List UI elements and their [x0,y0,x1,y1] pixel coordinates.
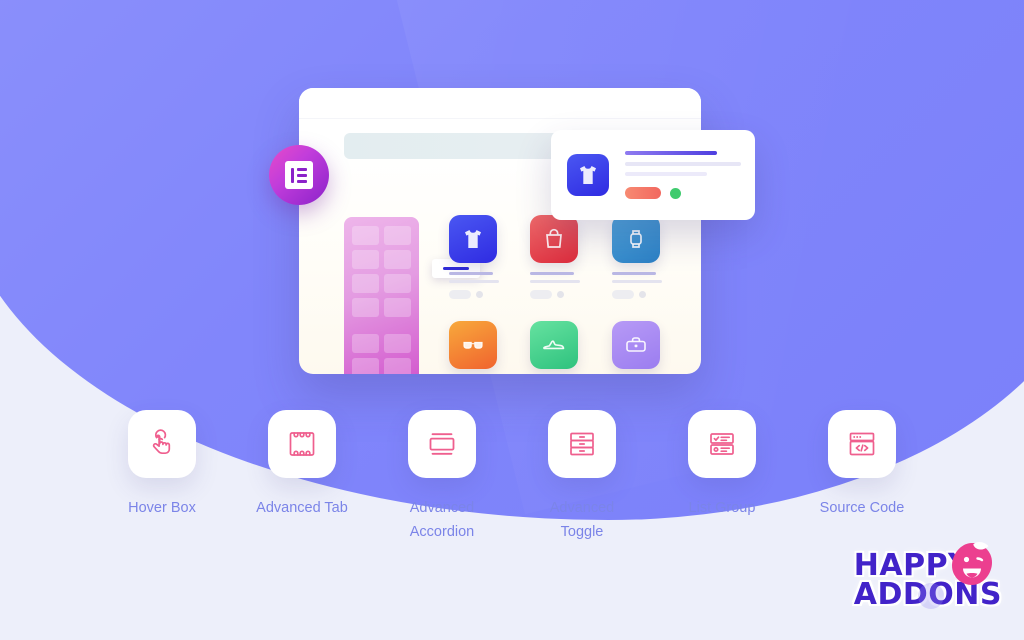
sidebar-grid [352,226,411,374]
product-actions [611,290,666,299]
widget-label: Source Code [819,500,905,516]
screenshot-stage: Hover Box Advanced Tab Advanced Accordio… [0,0,1024,640]
elementor-rows [297,167,307,183]
product-detail-card[interactable] [551,130,755,220]
list-group-icon [710,433,734,455]
product-wishlist-icon[interactable] [638,291,646,298]
product-card-sunglasses[interactable] [449,321,503,374]
briefcase-icon [625,337,646,352]
product-actions [530,290,584,299]
browser-titlebar [299,88,701,119]
widget-label: Advanced Tab [256,500,348,516]
widget-advanced-tab[interactable]: Advanced Tab [256,410,348,544]
sidebar-cell[interactable] [352,250,379,269]
sidebar-cell[interactable] [384,298,411,317]
product-actions [449,290,503,299]
detail-desc-line [625,172,707,176]
product-thumb [449,215,497,263]
product-meta-line [611,280,662,283]
elementor-row [297,167,307,171]
detail-cta-button[interactable] [625,187,661,199]
sidebar-cell[interactable] [352,358,379,374]
product-title-line [530,272,575,275]
product-card-briefcase[interactable] [611,321,666,374]
widget-label: Hover Box [128,500,196,516]
logo-o-highlight [917,583,944,609]
sidebar-cell[interactable] [384,274,411,293]
widget-list-group[interactable]: List Group [688,410,756,544]
widget-label: Advanced Accordion [409,500,475,540]
sidebar-cell[interactable] [384,358,411,374]
widget-icon-tile[interactable] [268,410,336,478]
accordion-icon [429,433,455,455]
widget-advanced-accordion[interactable]: Advanced Accordion [408,410,476,544]
sidebar-cell[interactable] [352,274,379,293]
elementor-logo-badge [269,145,329,205]
elementor-bar [291,167,294,183]
logo-wrap: HAPPY ADDONS [854,542,1002,610]
product-title-line [611,272,656,275]
sidebar-cell[interactable] [384,334,411,353]
detail-thumb [567,154,609,196]
handbag-icon [546,228,563,248]
happy-face-icon [952,542,992,586]
widget-icon-tile[interactable] [828,410,896,478]
widget-list: Hover Box Advanced Tab Advanced Accordio… [0,410,1024,544]
product-buy-button[interactable] [449,290,471,299]
tshirt-icon [580,166,596,184]
product-thumb [611,215,660,263]
detail-actions [625,187,741,199]
product-buy-button[interactable] [530,290,553,299]
widget-icon-tile[interactable] [128,410,196,478]
sidebar-cell[interactable] [352,298,379,317]
product-card-shoe[interactable] [530,321,584,374]
product-wishlist-icon[interactable] [476,291,483,298]
detail-title-line [625,151,717,155]
sidebar-cell[interactable] [384,226,411,245]
product-card-bag-red[interactable] [530,215,584,299]
product-card-watch-blue[interactable] [611,215,666,299]
sidebar-cell[interactable] [352,334,379,353]
elementor-row [297,173,307,177]
watch-icon [629,230,642,248]
stock-status-badge [670,187,681,199]
toggle-rows-icon [570,432,594,456]
sidebar-cell[interactable] [384,250,411,269]
sidebar-panel [344,217,480,374]
widget-label: List Group [688,500,756,516]
code-window-icon [849,432,875,456]
widget-source-code[interactable]: Source Code [820,410,904,544]
detail-text-block [625,151,741,199]
product-thumb [530,321,579,369]
widget-advanced-toggle[interactable]: Advanced Toggle [548,410,616,544]
widget-icon-tile[interactable] [548,410,616,478]
product-meta-line [530,280,581,283]
widget-icon-tile[interactable] [408,410,476,478]
product-title-line [449,272,493,275]
elementor-icon [285,161,313,189]
shoe-icon [543,340,565,350]
tshirt-icon [465,230,481,248]
product-wishlist-icon[interactable] [557,291,565,298]
product-card-tshirt[interactable] [449,215,503,299]
sidebar-cell[interactable] [352,226,379,245]
product-thumb [611,321,660,369]
elementor-row [297,179,307,183]
sunglasses-icon [463,341,483,349]
product-meta-line [449,280,499,283]
tabs-icon [289,432,315,456]
product-buy-button[interactable] [611,290,634,299]
hand-tap-icon [152,429,171,455]
detail-desc-line [625,162,741,166]
happy-addons-logo: HAPPY ADDONS [854,542,1002,610]
product-thumb [530,215,579,263]
widget-icon-tile[interactable] [688,410,756,478]
widget-hover-box[interactable]: Hover Box [128,410,196,544]
product-grid [449,215,671,374]
widget-label: Advanced Toggle [549,500,615,540]
product-thumb [449,321,497,369]
